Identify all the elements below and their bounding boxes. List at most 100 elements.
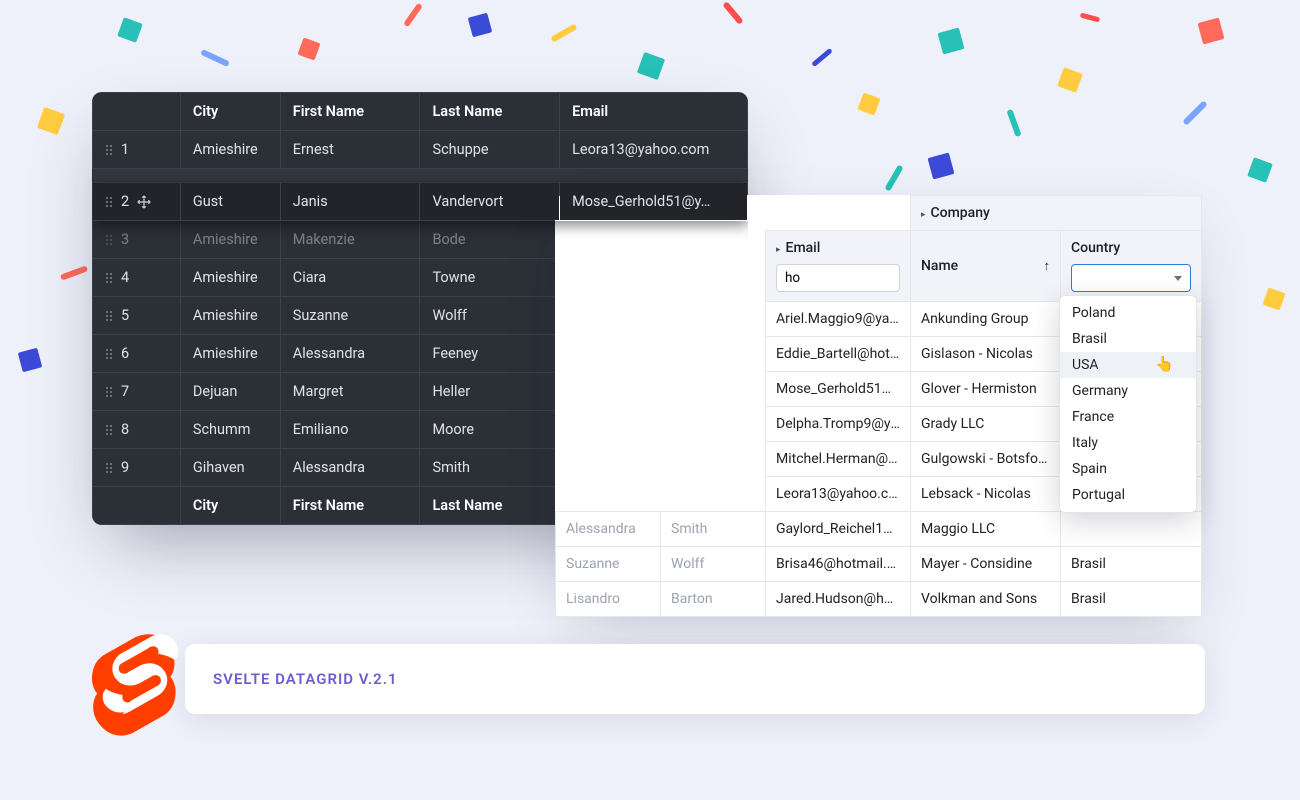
cell-name[interactable]: Glover - Hermiston: [911, 372, 1061, 407]
cell-email[interactable]: Jared.Hudson@hot…: [766, 582, 911, 617]
sort-asc-icon[interactable]: ↑: [1044, 258, 1051, 274]
country-dropdown: PolandBrasilUSA👆GermanyFranceItalySpainP…: [1059, 295, 1197, 513]
country-filter-select[interactable]: [1071, 264, 1191, 292]
cell-city[interactable]: Amieshire: [180, 221, 280, 259]
cell-name[interactable]: Ankunding Group: [911, 302, 1061, 337]
cell-city[interactable]: Gihaven: [180, 449, 280, 487]
dropdown-option[interactable]: Germany: [1060, 378, 1196, 404]
dropdown-option[interactable]: USA👆: [1060, 352, 1196, 378]
cell-under-first: Alessandra: [556, 512, 661, 547]
cell-city[interactable]: Dejuan: [180, 373, 280, 411]
cell-name[interactable]: Lebsack - Nicolas: [911, 477, 1061, 512]
dropdown-option[interactable]: Spain: [1060, 456, 1196, 482]
footer-last-name: Last Name: [420, 487, 560, 525]
cell-last-name[interactable]: Bode: [420, 221, 560, 259]
cell-last-name[interactable]: Vandervort: [420, 183, 560, 221]
row-handle[interactable]: 1: [93, 131, 181, 169]
table-row[interactable]: 1AmieshireErnestSchuppeLeora13@yahoo.com: [93, 131, 748, 169]
cell-last-name[interactable]: Schuppe: [420, 131, 560, 169]
cell-email[interactable]: Delpha.Tromp9@ya…: [766, 407, 911, 442]
cell-first-name[interactable]: Makenzie: [280, 221, 420, 259]
cell-email[interactable]: Mitchel.Herman@ya…: [766, 442, 911, 477]
cell-first-name[interactable]: Alessandra: [280, 335, 420, 373]
group-company[interactable]: ▸Company: [911, 196, 1202, 231]
row-handle[interactable]: 3: [93, 221, 181, 259]
cell-city[interactable]: Amieshire: [180, 335, 280, 373]
drag-handle-icon[interactable]: [105, 462, 113, 474]
cell-last-name[interactable]: Heller: [420, 373, 560, 411]
dropdown-option[interactable]: Poland: [1060, 300, 1196, 326]
col-name-light[interactable]: Name ↑: [911, 231, 1061, 302]
dropdown-option[interactable]: Brasil: [1060, 326, 1196, 352]
promo-text: SVELTE DATAGRID V.2.1: [213, 670, 398, 688]
col-email[interactable]: Email: [560, 93, 748, 131]
row-handle[interactable]: 5: [93, 297, 181, 335]
cell-email[interactable]: Mose_Gerhold51@y…: [766, 372, 911, 407]
cell-email[interactable]: Mose_Gerhold51@y…: [560, 183, 748, 221]
row-handle[interactable]: 7: [93, 373, 181, 411]
light-header-row: ▸Email Name ↑ Country: [556, 231, 1202, 272]
drag-handle-icon[interactable]: [105, 348, 113, 360]
dropdown-option[interactable]: Portugal: [1060, 482, 1196, 508]
dropdown-option[interactable]: France: [1060, 404, 1196, 430]
row-handle[interactable]: 9: [93, 449, 181, 487]
cell-country[interactable]: [1061, 512, 1202, 547]
email-filter-input[interactable]: [776, 264, 900, 292]
col-city[interactable]: City: [180, 93, 280, 131]
row-handle[interactable]: 6: [93, 335, 181, 373]
cell-last-name[interactable]: Towne: [420, 259, 560, 297]
cell-email[interactable]: Eddie_Bartell@hot…: [766, 337, 911, 372]
table-row[interactable]: 2GustJanisVandervortMose_Gerhold51@y…: [93, 183, 748, 221]
cell-first-name[interactable]: Ernest: [280, 131, 420, 169]
drag-handle-icon[interactable]: [105, 272, 113, 284]
table-row[interactable]: SuzanneWolffBrisa46@hotmail.comMayer - C…: [556, 547, 1202, 582]
cell-city[interactable]: Schumm: [180, 411, 280, 449]
cell-email[interactable]: Brisa46@hotmail.com: [766, 547, 911, 582]
cell-name[interactable]: Volkman and Sons: [911, 582, 1061, 617]
cell-name[interactable]: Mayer - Considine: [911, 547, 1061, 582]
cell-country[interactable]: Brasil: [1061, 582, 1202, 617]
row-handle[interactable]: 4: [93, 259, 181, 297]
drag-handle-icon[interactable]: [105, 386, 113, 398]
move-icon: [137, 195, 151, 209]
cell-name[interactable]: Maggio LLC: [911, 512, 1061, 547]
col-last-name[interactable]: Last Name: [420, 93, 560, 131]
cell-city[interactable]: Amieshire: [180, 297, 280, 335]
cell-email[interactable]: Leora13@yahoo.com: [560, 131, 748, 169]
cell-first-name[interactable]: Ciara: [280, 259, 420, 297]
drag-handle-icon[interactable]: [105, 144, 113, 156]
cell-name[interactable]: Grady LLC: [911, 407, 1061, 442]
dropdown-option[interactable]: Italy: [1060, 430, 1196, 456]
cell-last-name[interactable]: Wolff: [420, 297, 560, 335]
cell-last-name[interactable]: Moore: [420, 411, 560, 449]
drag-handle-icon[interactable]: [105, 310, 113, 322]
cell-first-name[interactable]: Alessandra: [280, 449, 420, 487]
cell-last-name[interactable]: Feeney: [420, 335, 560, 373]
table-row[interactable]: LisandroBartonJared.Hudson@hot…Volkman a…: [556, 582, 1202, 617]
row-handle[interactable]: 2: [93, 183, 181, 221]
cell-city[interactable]: Amieshire: [180, 259, 280, 297]
cell-first-name[interactable]: Suzanne: [280, 297, 420, 335]
col-email-light[interactable]: ▸Email: [766, 231, 911, 302]
cell-country[interactable]: Brasil: [1061, 547, 1202, 582]
cell-last-name[interactable]: Smith: [420, 449, 560, 487]
cell-email[interactable]: Leora13@yahoo.com: [766, 477, 911, 512]
row-handle[interactable]: 8: [93, 411, 181, 449]
cell-email[interactable]: Ariel.Maggio9@yah…: [766, 302, 911, 337]
dark-header-row: City First Name Last Name Email: [93, 93, 748, 131]
drag-handle-icon[interactable]: [105, 234, 113, 246]
chevron-right-icon: ▸: [776, 245, 781, 255]
cell-first-name[interactable]: Margret: [280, 373, 420, 411]
cell-first-name[interactable]: Janis: [280, 183, 420, 221]
cell-email[interactable]: Gaylord_Reichel16…: [766, 512, 911, 547]
cell-name[interactable]: Gislason - Nicolas: [911, 337, 1061, 372]
drag-handle-icon[interactable]: [105, 196, 113, 208]
cell-city[interactable]: Gust: [180, 183, 280, 221]
cell-first-name[interactable]: Emiliano: [280, 411, 420, 449]
table-row[interactable]: AlessandraSmithGaylord_Reichel16…Maggio …: [556, 512, 1202, 547]
cell-city[interactable]: Amieshire: [180, 131, 280, 169]
drag-handle-icon[interactable]: [105, 424, 113, 436]
col-country-light[interactable]: Country: [1061, 231, 1202, 302]
cell-name[interactable]: Gulgowski - Botsford: [911, 442, 1061, 477]
col-first-name[interactable]: First Name: [280, 93, 420, 131]
